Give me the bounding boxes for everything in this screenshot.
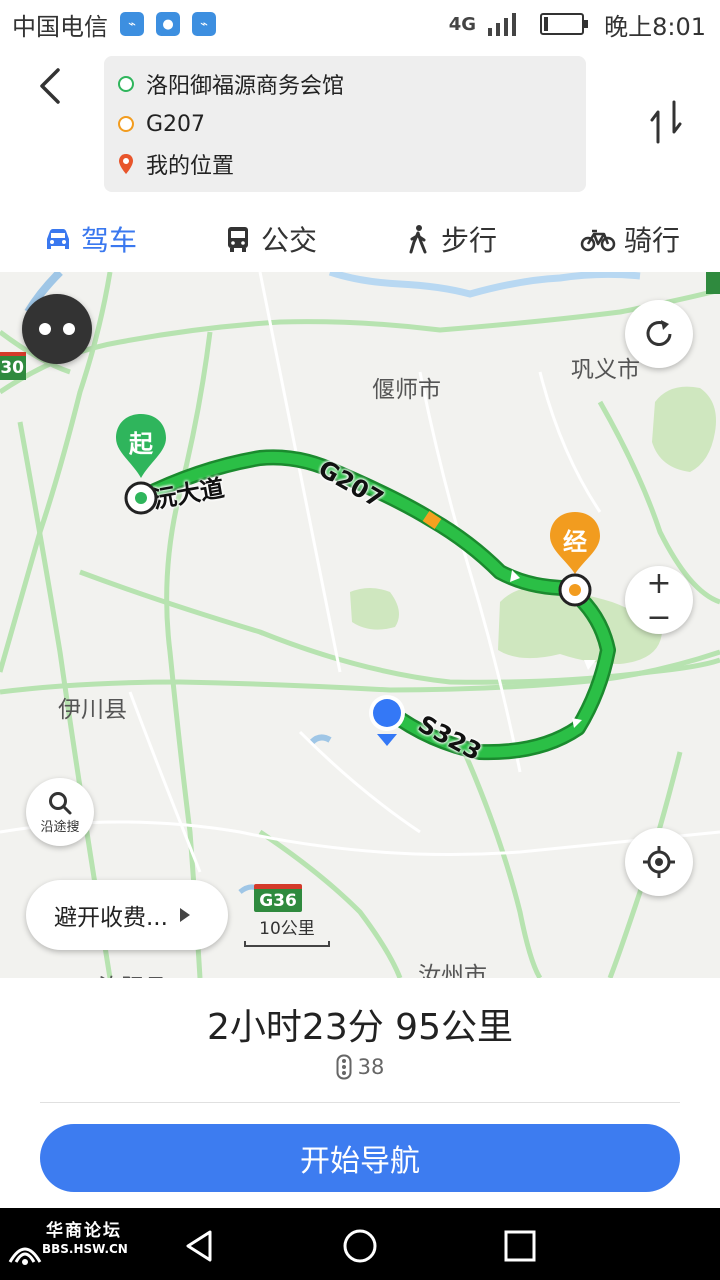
waypoint-text: G207: [146, 111, 206, 137]
start-marker-label: 起: [129, 430, 153, 458]
route-input-panel[interactable]: 洛阳御福源商务会馆 G207 我的位置: [104, 56, 586, 192]
watermark-logo-icon: [8, 1247, 42, 1265]
triangle-right-icon: [179, 908, 190, 922]
traffic-light-icon: [336, 1054, 352, 1080]
start-navigation-button[interactable]: 开始导航: [40, 1124, 680, 1192]
travel-mode-tabs: 驾车 公交 步行 骑行: [0, 206, 720, 272]
place-gongyi: 巩义市: [571, 357, 640, 383]
highway-badge-left: 30: [0, 352, 26, 380]
search-along-label: 沿途搜: [40, 819, 80, 835]
zoom-out-button[interactable]: −: [625, 600, 693, 635]
tab-drive[interactable]: 驾车: [0, 206, 180, 272]
tab-drive-label: 驾车: [80, 224, 137, 257]
traffic-lights-value: 38: [357, 1055, 385, 1079]
nav-back-icon[interactable]: [180, 1226, 220, 1266]
place-yanshi: 偃师市: [372, 377, 441, 403]
avoid-toll-button[interactable]: 避开收费...: [26, 880, 228, 950]
place-ruzhou: 汝州市: [418, 963, 487, 978]
highway-badge-g36: G36: [254, 884, 302, 912]
tab-bus-label: 公交: [260, 224, 317, 257]
clock: 晚上8:01: [604, 12, 706, 41]
via-marker-label: 经: [563, 528, 587, 556]
tab-bike[interactable]: 骑行: [540, 206, 720, 272]
traffic-lights-count: 38: [0, 1054, 720, 1080]
refresh-icon: [646, 320, 672, 346]
waypoint-row[interactable]: G207: [118, 104, 572, 144]
assistant-eye-icon: [63, 323, 75, 335]
watermark-url: BBS.HSW.CN: [42, 1242, 128, 1256]
destination-row[interactable]: 我的位置: [118, 144, 572, 184]
scale-label: 10公里: [259, 919, 315, 939]
scale-line: [244, 941, 330, 947]
bike-icon: [580, 229, 616, 252]
avoid-toll-label: 避开收费...: [54, 905, 168, 931]
origin-dot-icon: [118, 76, 134, 92]
crosshair-icon: [643, 846, 675, 878]
destination-pin-icon: [119, 154, 133, 174]
destination-text: 我的位置: [146, 154, 235, 179]
walk-icon: [409, 225, 427, 254]
wifi-service-icon: ⌁: [192, 12, 216, 36]
assistant-button[interactable]: [22, 294, 92, 364]
car-icon: [46, 229, 69, 249]
bus-icon: [227, 227, 248, 252]
refresh-button[interactable]: [625, 300, 693, 368]
locate-me-button[interactable]: [625, 828, 693, 896]
origin-row[interactable]: 洛阳御福源商务会馆: [118, 64, 572, 104]
signal-icon: [488, 13, 517, 36]
forum-watermark: 华商论坛 BBS.HSW.CN: [6, 1214, 136, 1274]
swap-route-button[interactable]: [644, 98, 688, 146]
route-map[interactable]: 偃师市 巩义市 伊川县 汝州市 汝阳县 30 沅大道 G207 S323 起 经: [0, 272, 720, 978]
search-icon: [49, 791, 72, 814]
waypoint-dot-icon: [118, 116, 134, 132]
battery-icon: [540, 13, 589, 35]
search-along-route-button[interactable]: 沿途搜: [26, 778, 94, 846]
place-ruyang: 汝阳县: [98, 968, 167, 978]
tab-walk[interactable]: 步行: [360, 206, 540, 272]
status-bar: 中国电信 ⌁ ● ⌁ 4G 晚上8:01: [0, 0, 720, 48]
tab-bus[interactable]: 公交: [180, 206, 360, 272]
origin-text: 洛阳御福源商务会馆: [146, 74, 345, 99]
highway-badge-right: [706, 272, 720, 294]
zoom-in-button[interactable]: +: [625, 566, 693, 601]
nav-recents-icon[interactable]: [500, 1226, 540, 1266]
hotspot-icon: ⌁: [120, 12, 144, 36]
zoom-control: + −: [625, 566, 693, 635]
divider: [40, 1102, 680, 1103]
watermark-name: 华商论坛: [46, 1221, 122, 1241]
network-type: 4G: [448, 13, 477, 35]
tab-bike-label: 骑行: [623, 224, 680, 257]
route-summary: 2小时23分 95公里: [207, 1007, 513, 1048]
carrier-name: 中国电信: [12, 12, 108, 41]
my-location-icon: [369, 695, 405, 746]
assistant-eye-icon: [39, 323, 51, 335]
place-yichuan: 伊川县: [58, 697, 127, 723]
scale-bar: 10公里: [244, 914, 330, 947]
back-button[interactable]: [32, 66, 72, 106]
tab-walk-label: 步行: [440, 224, 497, 257]
location-service-icon: ●: [156, 12, 180, 36]
nav-home-icon[interactable]: [340, 1226, 380, 1266]
